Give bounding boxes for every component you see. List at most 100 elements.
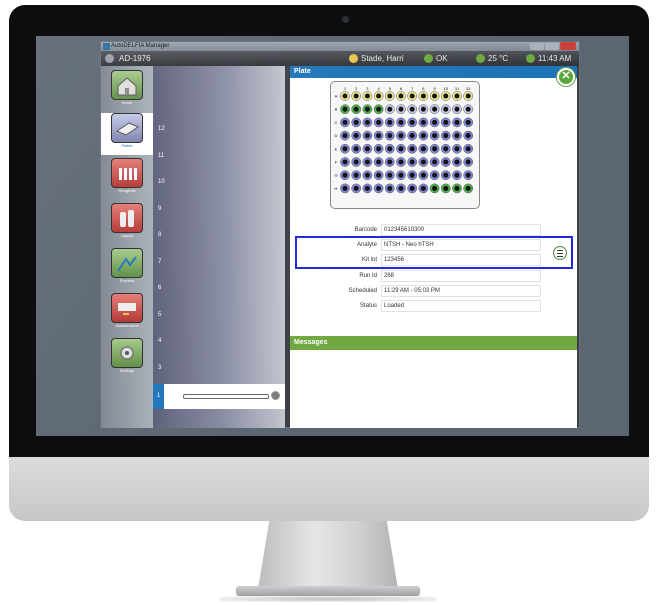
panel-title: Plate xyxy=(290,66,577,78)
slot-number[interactable]: 10 xyxy=(158,179,165,185)
slot-number[interactable]: 4 xyxy=(158,338,161,344)
plate-well-center xyxy=(432,159,438,165)
plate-well-center xyxy=(454,146,460,152)
field-row: Run Id 268 xyxy=(290,269,577,283)
plate-well-center xyxy=(465,146,471,152)
plate-well-center xyxy=(398,93,404,99)
column-label: 5 xyxy=(389,86,392,91)
sidebar-item-home[interactable]: Home xyxy=(106,70,148,110)
slot-number[interactable]: 7 xyxy=(158,259,161,265)
plate-well-center xyxy=(443,172,449,178)
plate-well-center xyxy=(376,119,382,125)
clock-icon xyxy=(526,54,535,63)
scheduled-field[interactable]: 11:29 AM - 05:03 PM xyxy=(381,285,541,297)
slot-number[interactable]: 9 xyxy=(158,206,161,212)
field-row: Barcode 012345610300 xyxy=(290,223,577,237)
plate-well-center xyxy=(409,93,415,99)
plate-well-center xyxy=(420,172,426,178)
plate-well-center xyxy=(364,133,370,139)
field-row: Scheduled 11:29 AM - 05:03 PM xyxy=(290,284,577,298)
plate-well-center xyxy=(465,119,471,125)
run-id-field[interactable]: 268 xyxy=(381,270,541,282)
plate-well-center xyxy=(342,119,348,125)
sidebar-item-label: Reagents xyxy=(118,188,136,193)
plate-well-center xyxy=(376,106,382,112)
sidebar-item-reagents[interactable]: Reagents xyxy=(106,158,148,198)
plate-well-center xyxy=(420,133,426,139)
plate-slot-1[interactable] xyxy=(183,394,269,399)
field-label: Scheduled xyxy=(348,288,377,294)
plate-well-center xyxy=(409,172,415,178)
plate-well-center xyxy=(398,119,404,125)
plate-well-center xyxy=(387,119,393,125)
slot-number[interactable]: 8 xyxy=(158,232,161,238)
sidebar-item-plates[interactable]: Plates xyxy=(101,113,153,155)
sidebar-item-label: Process xyxy=(119,278,135,283)
plate-well-center xyxy=(432,93,438,99)
row-label: H xyxy=(335,186,338,191)
plate-well-center xyxy=(398,133,404,139)
sidebar-item-maintenance[interactable]: Maintenance xyxy=(106,293,148,333)
plate-well-center xyxy=(432,172,438,178)
menu-icon[interactable] xyxy=(553,246,567,260)
plate-well-center xyxy=(420,119,426,125)
field-label: Barcode xyxy=(354,227,377,233)
plate-well-center xyxy=(454,119,460,125)
slot-number[interactable]: 6 xyxy=(158,285,161,291)
sidebar-item-process[interactable]: Process xyxy=(106,248,148,288)
slot-number[interactable]: 3 xyxy=(158,365,161,371)
window-titlebar: AutoDELFIA Manager xyxy=(101,42,579,51)
plate-slot-1-selected[interactable]: 1 xyxy=(153,384,285,409)
camera xyxy=(342,16,349,23)
minimize-button[interactable] xyxy=(530,43,544,50)
slot-number[interactable]: 11 xyxy=(158,153,164,159)
plate-well-center xyxy=(420,159,426,165)
monitor-stand xyxy=(258,521,398,589)
plate-well-center xyxy=(432,133,438,139)
reagents-icon xyxy=(111,158,143,188)
slot-number[interactable]: 5 xyxy=(158,312,161,318)
plate-well-center xyxy=(398,106,404,112)
plate-well-center xyxy=(454,185,460,191)
plate-well-center xyxy=(409,133,415,139)
sidebar-item-settings[interactable]: Settings xyxy=(106,338,148,378)
plate-well-center xyxy=(376,133,382,139)
column-label: 9 xyxy=(433,86,436,91)
plate-well-center xyxy=(342,93,348,99)
column-label: 2 xyxy=(355,86,358,91)
plate-well-center xyxy=(364,119,370,125)
sidebar: Home Plates Reagents Liquids Process Mai… xyxy=(101,66,153,428)
plate-well-center xyxy=(420,185,426,191)
plate-well-center xyxy=(387,93,393,99)
plate-well-center xyxy=(364,172,370,178)
plate-well-center xyxy=(364,159,370,165)
monitor-screen: AutoDELFIA Manager AD-1976 Stade, Harri … xyxy=(36,36,629,436)
process-icon xyxy=(111,248,143,278)
plate-well-center xyxy=(353,185,359,191)
plate-well-center xyxy=(443,93,449,99)
row-label: D xyxy=(335,133,338,138)
plate-well-center xyxy=(353,133,359,139)
slot-number[interactable]: 12 xyxy=(158,126,165,132)
plate-well-center xyxy=(398,172,404,178)
sidebar-item-liquids[interactable]: Liquids xyxy=(106,203,148,243)
monitor-foot xyxy=(236,586,420,596)
plate-well-center xyxy=(353,159,359,165)
plate-well-center xyxy=(432,106,438,112)
edit-plate-icon[interactable] xyxy=(271,391,280,400)
column-label: 12 xyxy=(466,86,471,91)
plate-well-center xyxy=(387,159,393,165)
column-label: 11 xyxy=(455,86,460,91)
sidebar-item-label: Maintenance xyxy=(115,323,139,328)
plate-well-center xyxy=(376,185,382,191)
status-field[interactable]: Loaded xyxy=(381,300,541,312)
close-panel-button[interactable]: ✕ xyxy=(557,68,575,86)
close-window-button[interactable] xyxy=(560,42,576,50)
sidebar-item-label: Liquids xyxy=(120,233,134,238)
sidebar-item-label: Plates xyxy=(121,143,133,148)
maximize-button[interactable] xyxy=(545,43,559,50)
sidebar-item-label: Home xyxy=(121,100,133,105)
status-bar: AD-1976 Stade, Harri OK 25 °C 11:43 AM xyxy=(101,51,579,66)
user-name: Stade, Harri xyxy=(361,54,404,63)
barcode-field[interactable]: 012345610300 xyxy=(381,224,541,236)
